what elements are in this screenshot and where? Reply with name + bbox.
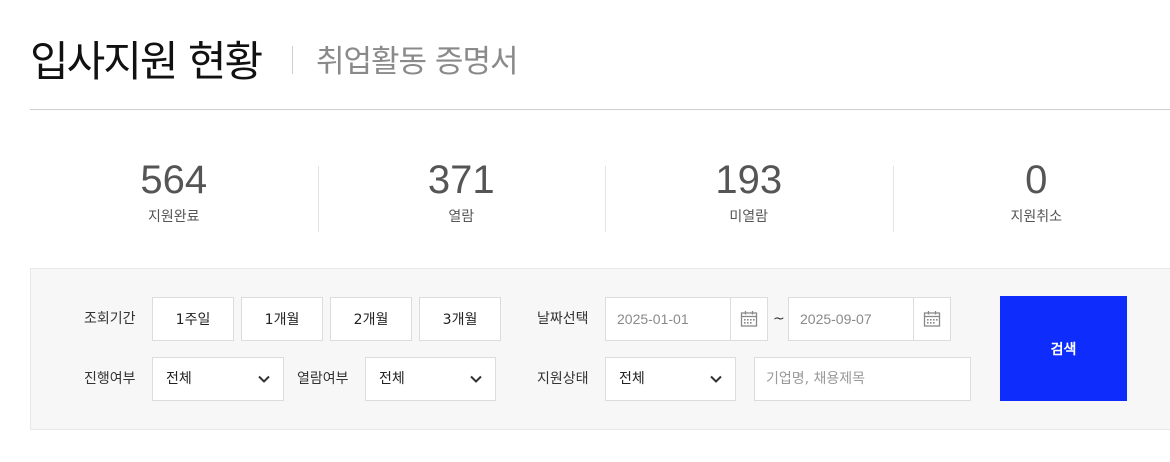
keyword-search-input[interactable]	[754, 357, 971, 401]
status-select-value: 전체	[619, 371, 645, 387]
search-filter-panel: 조회기간 1주일 1개월 2개월 3개월 날짜선택 2025-01-01 ~ 2…	[30, 268, 1170, 430]
chevron-down-icon	[710, 375, 722, 383]
period-3month-button[interactable]: 3개월	[419, 297, 501, 341]
employment-certificate-link[interactable]: 취업활동 증명서	[316, 40, 518, 84]
date-label: 날짜선택	[537, 311, 589, 327]
stat-label: 지원완료	[147, 209, 200, 225]
chevron-down-icon	[258, 375, 270, 383]
stat-applied[interactable]: 564 지원완료	[30, 156, 318, 236]
end-date-field[interactable]: 2025-09-07	[788, 297, 951, 341]
end-date-value: 2025-09-07	[800, 311, 872, 327]
read-label: 열람여부	[297, 371, 349, 387]
stat-read[interactable]: 371 열람	[317, 156, 606, 236]
period-1week-button[interactable]: 1주일	[152, 297, 234, 341]
page-title: 입사지원 현황	[30, 37, 263, 86]
stat-label: 열람	[448, 209, 475, 225]
period-label: 조회기간	[84, 311, 136, 327]
start-date-field[interactable]: 2025-01-01	[605, 297, 768, 341]
read-select[interactable]: 전체	[365, 357, 496, 401]
read-select-value: 전체	[379, 371, 405, 387]
chevron-down-icon	[470, 375, 482, 383]
stat-cancelled[interactable]: 0 지원취소	[892, 156, 1170, 236]
period-1month-button[interactable]: 1개월	[241, 297, 323, 341]
stat-label: 지원취소	[1010, 209, 1063, 225]
page-header: 입사지원 현황 취업활동 증명서	[30, 30, 1170, 110]
calendar-icon[interactable]	[739, 309, 759, 329]
stat-value: 371	[427, 158, 495, 202]
date-range-separator: ~	[773, 311, 785, 327]
start-date-value: 2025-01-01	[617, 311, 689, 327]
calendar-icon[interactable]	[922, 309, 942, 329]
status-select[interactable]: 전체	[605, 357, 736, 401]
status-label: 지원상태	[537, 371, 589, 387]
stat-value: 193	[715, 158, 783, 202]
stat-value: 564	[140, 158, 208, 202]
stat-label: 미열람	[729, 209, 769, 225]
stat-value: 0	[1025, 158, 1048, 202]
progress-select-value: 전체	[166, 371, 192, 387]
search-button[interactable]: 검색	[1000, 296, 1127, 401]
progress-select[interactable]: 전체	[152, 357, 284, 401]
progress-label: 진행여부	[84, 371, 136, 387]
date-divider	[730, 298, 731, 340]
stat-unread[interactable]: 193 미열람	[605, 156, 893, 236]
date-divider	[913, 298, 914, 340]
period-2month-button[interactable]: 2개월	[330, 297, 412, 341]
application-stats: 564 지원완료 371 열람 193 미열람 0 지원취소	[30, 156, 1170, 236]
title-divider	[292, 46, 293, 74]
